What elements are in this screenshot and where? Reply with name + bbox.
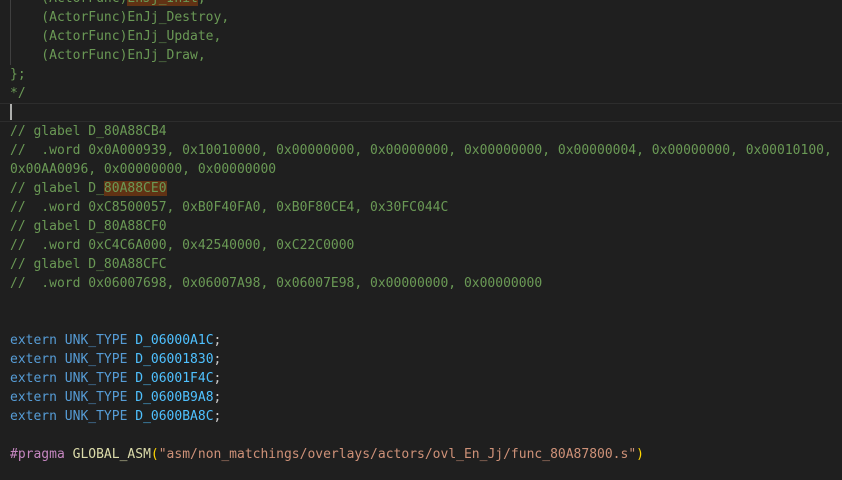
code-token: // glabel D_: [10, 181, 104, 196]
code-token: 0x00AA0096, 0x00000000, 0x00000000: [10, 162, 276, 177]
code-line: (ActorFunc)EnJj_Draw,: [0, 46, 842, 65]
code-token: (ActorFunc)EnJj_Draw,: [10, 48, 206, 63]
code-token: // glabel D_80A88CFC: [10, 257, 167, 272]
text-cursor: [10, 104, 12, 120]
code-token: (: [151, 447, 159, 462]
code-line: (ActorFunc)EnJj_Update,: [0, 27, 842, 46]
code-editor[interactable]: (ActorFunc)EnJj_Init, (ActorFunc)EnJj_De…: [0, 0, 842, 480]
code-token: extern: [10, 352, 65, 367]
code-token: extern: [10, 371, 65, 386]
code-line: // .word 0x06007698, 0x06007A98, 0x06007…: [0, 274, 842, 293]
code-token: D_06001F4C: [135, 371, 213, 386]
code-line: extern UNK_TYPE D_06001830;: [0, 350, 842, 369]
code-token: // .word 0x0A000939, 0x10010000, 0x00000…: [10, 143, 832, 158]
code-line: */: [0, 84, 842, 103]
code-token: (ActorFunc)EnJj_Update,: [10, 29, 221, 44]
code-token: extern: [10, 409, 65, 424]
code-token: UNK_TYPE: [65, 409, 135, 424]
code-token: // glabel D_80A88CF0: [10, 219, 167, 234]
code-line: extern UNK_TYPE D_06000A1C;: [0, 331, 842, 350]
code-line: (ActorFunc)EnJj_Destroy,: [0, 8, 842, 27]
code-token: (ActorFunc)EnJj_Destroy,: [10, 10, 229, 25]
code-token: // .word 0xC4C6A000, 0x42540000, 0xC22C0…: [10, 238, 354, 253]
code-token: ): [636, 447, 644, 462]
code-token: UNK_TYPE: [65, 371, 135, 386]
code-line: 0x00AA0096, 0x00000000, 0x00000000: [0, 160, 842, 179]
code-token: */: [10, 86, 26, 101]
code-lines: (ActorFunc)EnJj_Init, (ActorFunc)EnJj_De…: [0, 0, 842, 480]
match-highlight: 80A88CE0: [104, 181, 167, 196]
code-line: };: [0, 65, 842, 84]
code-line: [0, 293, 842, 312]
code-line: // glabel D_80A88CE0: [0, 179, 842, 198]
code-token: // .word 0xC8500057, 0xB0F40FA0, 0xB0F80…: [10, 200, 448, 215]
code-token: extern: [10, 390, 65, 405]
code-token: ;: [214, 333, 222, 348]
code-token: (ActorFunc): [10, 0, 127, 6]
code-token: #pragma: [10, 447, 73, 462]
current-code-line: [0, 103, 842, 122]
match-highlight: EnJj_Init: [127, 0, 197, 6]
code-token: D_06001830: [135, 352, 213, 367]
code-token: D_06000A1C: [135, 333, 213, 348]
code-token: };: [10, 67, 26, 82]
code-token: UNK_TYPE: [65, 333, 135, 348]
code-token: ;: [214, 409, 222, 424]
code-token: ;: [214, 390, 222, 405]
code-line: // .word 0xC4C6A000, 0x42540000, 0xC22C0…: [0, 236, 842, 255]
code-token: ;: [214, 371, 222, 386]
code-line: // glabel D_80A88CB4: [0, 122, 842, 141]
code-line: // .word 0x0A000939, 0x10010000, 0x00000…: [0, 141, 842, 160]
code-line: extern UNK_TYPE D_06001F4C;: [0, 369, 842, 388]
code-token: ;: [214, 352, 222, 367]
code-token: ,: [198, 0, 206, 6]
code-line: extern UNK_TYPE D_0600B9A8;: [0, 388, 842, 407]
code-line: // .word 0xC8500057, 0xB0F40FA0, 0xB0F80…: [0, 198, 842, 217]
code-line: (ActorFunc)EnJj_Init,: [0, 0, 842, 8]
code-line: [0, 464, 842, 480]
code-token: "asm/non_matchings/overlays/actors/ovl_E…: [159, 447, 636, 462]
code-line: [0, 312, 842, 331]
code-line: [0, 426, 842, 445]
code-token: GLOBAL_ASM: [73, 447, 151, 462]
code-line: // glabel D_80A88CF0: [0, 217, 842, 236]
code-token: // glabel D_80A88CB4: [10, 124, 167, 139]
code-token: extern: [10, 333, 65, 348]
code-line: // glabel D_80A88CFC: [0, 255, 842, 274]
code-token: // .word 0x06007698, 0x06007A98, 0x06007…: [10, 276, 542, 291]
code-token: UNK_TYPE: [65, 390, 135, 405]
code-token: UNK_TYPE: [65, 352, 135, 367]
code-line: #pragma GLOBAL_ASM("asm/non_matchings/ov…: [0, 445, 842, 464]
code-line: extern UNK_TYPE D_0600BA8C;: [0, 407, 842, 426]
code-token: D_0600B9A8: [135, 390, 213, 405]
code-token: D_0600BA8C: [135, 409, 213, 424]
